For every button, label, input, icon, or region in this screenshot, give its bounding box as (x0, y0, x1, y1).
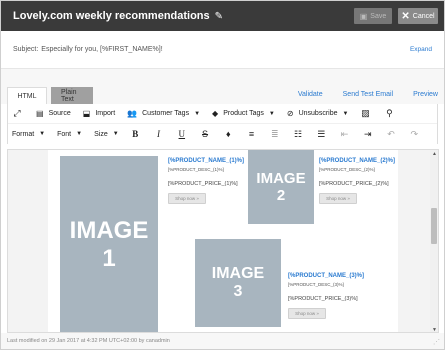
campaign-title: Lovely.com weekly recommendations (13, 10, 210, 22)
email-body-editor[interactable]: IMAGE 1 [%PRODUCT_NAME_(1)%] [%PRODUCT_D… (7, 149, 439, 333)
shop-now-button[interactable]: Shop now » (319, 193, 357, 204)
image-placeholder-3[interactable]: IMAGE 3 (195, 239, 281, 327)
source-icon: ▤ (36, 109, 44, 118)
product-tags-dropdown[interactable]: ◆ Product Tags ▼ (212, 109, 275, 118)
size-label: Size (94, 130, 108, 138)
save-disk-icon: ▣ (359, 11, 368, 21)
font-label: Font (57, 130, 72, 138)
format-label: Format (12, 130, 35, 138)
users-icon: 👥 (127, 109, 138, 118)
expand-link[interactable]: Expand (410, 46, 432, 53)
placeholder-number: 2 (276, 187, 286, 204)
import-button[interactable]: ⬓ Import (83, 109, 115, 118)
scroll-up-icon[interactable]: ▲ (432, 151, 437, 157)
tab-plain-text[interactable]: Plain Text (51, 87, 93, 104)
tag-icon: ◆ (212, 109, 219, 118)
placeholder-word: IMAGE (211, 264, 265, 282)
placeholder-word: IMAGE (256, 169, 306, 187)
product-block-1: [%PRODUCT_NAME_(1)%] [%PRODUCT_DESC_(1)%… (168, 158, 244, 204)
indent-icon[interactable]: ⇥ (363, 129, 372, 140)
text-color-icon[interactable]: ♦ (224, 129, 233, 139)
image-placeholder-1[interactable]: IMAGE 1 (60, 156, 158, 332)
vertical-scrollbar[interactable]: ▲ ▼ (430, 150, 438, 332)
close-icon: ✕ (401, 10, 410, 22)
status-footer: Last modified on 29 Jan 2017 at 4:32 PM … (1, 333, 444, 349)
chevron-down-icon: ▼ (76, 131, 83, 137)
format-dropdown[interactable]: Format ▼ (12, 131, 45, 138)
customer-tags-label: Customer Tags (142, 110, 190, 117)
align-dropdown-icon[interactable]: ≡ (247, 129, 256, 139)
send-test-email-link[interactable]: Send Test Email (343, 91, 393, 98)
shop-now-button[interactable]: Shop now » (168, 193, 206, 204)
toolbar-row-1: ⤢ ▤ Source ⬓ Import 👥 Customer Tags ▼ ◆ … (8, 104, 437, 124)
undo-icon[interactable]: ↶ (386, 129, 395, 140)
bold-icon[interactable]: B (131, 129, 140, 139)
image-icon[interactable]: ▨ (360, 108, 370, 119)
source-button[interactable]: ▤ Source (36, 109, 71, 118)
chevron-down-icon: ▼ (39, 131, 46, 137)
import-label: Import (95, 110, 116, 117)
editor-tabs: HTML Plain Text Validate Send Test Email… (1, 85, 444, 104)
spacer (1, 69, 444, 85)
redo-icon[interactable]: ↷ (410, 129, 419, 140)
resize-grip-icon[interactable]: ⋰ (433, 338, 440, 346)
numbered-list-icon[interactable]: ☷ (293, 129, 302, 140)
subject-label: Subject: (13, 46, 39, 53)
import-icon: ⬓ (82, 109, 91, 118)
subject-field[interactable]: Especially for you, [%FIRST_NAME%]! (41, 46, 162, 53)
save-button[interactable]: ▣ Save (354, 8, 392, 24)
editor-window: Lovely.com weekly recommendations ✎ ▣ Sa… (0, 0, 445, 350)
product-desc: [%PRODUCT_DESC_(3)%] (288, 282, 344, 287)
placeholder-number: 1 (102, 245, 116, 272)
maximize-icon[interactable]: ⤢ (12, 108, 22, 119)
source-label: Source (48, 110, 71, 117)
product-name: [%PRODUCT_NAME_(1)%] (168, 158, 245, 164)
chevron-down-icon: ▼ (268, 110, 275, 117)
toolbar-row-2: Format ▼ Font ▼ Size ▼ B I U S ♦ ≡ ≣ ☷ ☰… (8, 124, 437, 144)
product-price: [%PRODUCT_PRICE_(2)%] (319, 181, 389, 187)
save-label: Save (370, 12, 387, 20)
subject-row: Subject: Especially for you, [%FIRST_NAM… (1, 31, 444, 69)
editor-toolbar: ⤢ ▤ Source ⬓ Import 👥 Customer Tags ▼ ◆ … (7, 104, 438, 144)
chevron-down-icon: ▼ (342, 110, 349, 117)
link-icon[interactable]: ⚲ (384, 108, 394, 119)
line-height-icon[interactable]: ≣ (270, 129, 279, 140)
unsubscribe-dropdown[interactable]: ⊘ Unsubscribe ▼ (287, 109, 349, 118)
product-price: [%PRODUCT_PRICE_(3)%] (288, 296, 358, 302)
cancel-button[interactable]: ✕ Cancel (398, 8, 438, 24)
last-modified-text: Last modified on 29 Jan 2017 at 4:32 PM … (7, 338, 170, 344)
unsubscribe-label: Unsubscribe (298, 110, 338, 117)
image-placeholder-2[interactable]: IMAGE 2 (248, 150, 314, 224)
product-name: [%PRODUCT_NAME_(2)%] (319, 158, 396, 164)
tab-html[interactable]: HTML (7, 87, 47, 104)
product-tags-label: Product Tags (223, 110, 264, 117)
tab-actions: Validate Send Test Email Preview (298, 85, 444, 104)
shop-now-button[interactable]: Shop now » (288, 308, 326, 319)
cancel-label: Cancel (412, 12, 435, 20)
bullet-list-icon[interactable]: ☰ (317, 129, 326, 140)
font-dropdown[interactable]: Font ▼ (57, 131, 82, 138)
preview-link[interactable]: Preview (413, 91, 438, 98)
edit-pencil-icon[interactable]: ✎ (215, 11, 223, 22)
customer-tags-dropdown[interactable]: 👥 Customer Tags ▼ (127, 109, 200, 118)
placeholder-word: IMAGE (69, 217, 149, 245)
chevron-down-icon: ▼ (194, 110, 201, 117)
italic-icon[interactable]: I (154, 129, 163, 139)
title-bar: Lovely.com weekly recommendations ✎ ▣ Sa… (1, 1, 444, 31)
product-name: [%PRODUCT_NAME_(3)%] (288, 273, 365, 279)
product-desc: [%PRODUCT_DESC_(2)%] (319, 167, 375, 172)
validate-link[interactable]: Validate (298, 91, 323, 98)
placeholder-number: 3 (233, 283, 243, 300)
scroll-thumb[interactable] (431, 208, 437, 244)
outdent-icon[interactable]: ⇤ (340, 129, 349, 140)
unsubscribe-icon: ⊘ (286, 109, 294, 118)
product-price: [%PRODUCT_PRICE_(1)%] (168, 181, 238, 187)
product-block-3: [%PRODUCT_NAME_(3)%] [%PRODUCT_DESC_(3)%… (288, 273, 364, 319)
product-desc: [%PRODUCT_DESC_(1)%] (168, 167, 224, 172)
product-block-2: [%PRODUCT_NAME_(2)%] [%PRODUCT_DESC_(2)%… (319, 158, 395, 204)
strikethrough-icon[interactable]: S (200, 129, 209, 139)
chevron-down-icon: ▼ (112, 131, 119, 137)
underline-icon[interactable]: U (177, 129, 186, 139)
size-dropdown[interactable]: Size ▼ (94, 131, 119, 138)
